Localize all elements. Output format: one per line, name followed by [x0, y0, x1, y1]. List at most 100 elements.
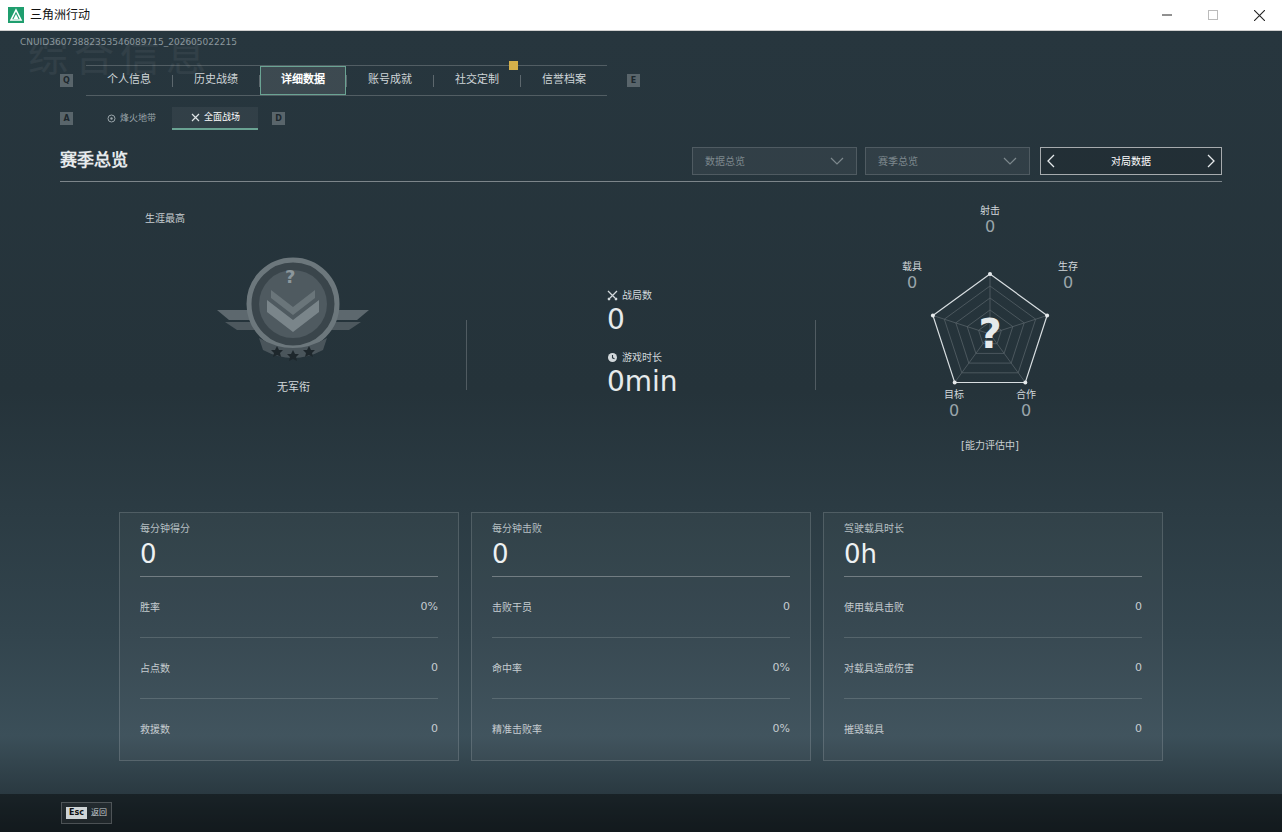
radar-axis: 射击0	[980, 204, 1000, 237]
zone-icon	[107, 114, 116, 123]
stat-card-value: 0h	[844, 540, 1142, 568]
footer-bar: Esc 返回	[0, 794, 1282, 832]
summary-label-row: 战局数	[607, 288, 815, 303]
radar-axis-value: 0	[907, 273, 917, 293]
radar-center-mark: ?	[978, 314, 1001, 354]
app-logo-icon	[8, 7, 24, 23]
maximize-icon	[1208, 10, 1218, 20]
stat-row-label: 击败干员	[492, 600, 532, 615]
tab[interactable]: 详细数据	[260, 66, 346, 95]
summary-label-row: 游戏时长	[607, 350, 815, 365]
key-hint: E	[627, 74, 640, 87]
tab-separator	[433, 75, 434, 87]
stat-card: 驾驶载具时长0h使用载具击败0对载具造成伤害0摧毁载具0	[823, 512, 1163, 761]
tabs: 个人信息 历史战绩 详细数据 账号成就社交定制 信誉档案	[86, 65, 607, 96]
summary-value: 0min	[607, 368, 815, 396]
summary-stat: 游戏时长 0min	[607, 350, 815, 396]
stat-card: 每分钟得分0胜率0%占点数0救援数0	[119, 512, 459, 761]
tab-label: 详细数据	[281, 72, 325, 89]
maximize-button[interactable]	[1190, 0, 1236, 30]
tab-bar: Q 个人信息 历史战绩 详细数据 账号成就社交定制 信誉档案 E	[0, 65, 1282, 96]
filter-label: 赛季总览	[878, 154, 918, 169]
back-label: 返回	[91, 807, 107, 819]
section-controls: 数据总览 赛季总览 对局数据	[692, 147, 1222, 175]
tab-label: 历史战绩	[194, 72, 238, 89]
mode-tab[interactable]: 全面战场	[172, 107, 258, 130]
radar-axis-label: 目标	[944, 388, 964, 401]
radar-axis-label: 载具	[902, 260, 922, 273]
divider	[815, 320, 816, 390]
stat-row-label: 摧毁载具	[844, 722, 884, 737]
stat-row-value: 0	[1135, 660, 1142, 677]
summary-label: 游戏时长	[622, 350, 662, 365]
stat-row: 摧毁载具0	[844, 699, 1142, 760]
radar-axis-label: 射击	[980, 204, 1000, 217]
stat-row-label: 救援数	[140, 722, 170, 737]
radar-axis: 载具0	[902, 260, 922, 293]
arrow-right-icon	[1207, 154, 1215, 168]
tab[interactable]: 个人信息	[86, 66, 172, 95]
window-title: 三角洲行动	[30, 6, 90, 24]
summary-label: 战局数	[622, 288, 652, 303]
close-icon	[1254, 10, 1265, 21]
stat-row-label: 命中率	[492, 661, 522, 676]
filter-label: 数据总览	[705, 154, 745, 169]
stat-row-value: 0%	[773, 660, 790, 677]
tab-label: 信誉档案	[542, 72, 586, 89]
key-hint: Esc	[66, 807, 87, 819]
tab[interactable]: 历史战绩	[173, 66, 259, 95]
stat-card-title: 每分钟得分	[140, 522, 438, 536]
stat-row: 命中率 0%	[492, 638, 790, 699]
chevron-down-icon	[1003, 157, 1017, 165]
data-switcher[interactable]: 对局数据	[1040, 147, 1222, 175]
window-controls	[1144, 0, 1282, 30]
filter-dropdown[interactable]: 赛季总览	[865, 147, 1030, 175]
tab[interactable]: 信誉档案	[521, 66, 607, 95]
summary-stat: 战局数0	[607, 288, 815, 334]
radar-axis-value: 0	[1063, 273, 1073, 293]
minimize-button[interactable]	[1144, 0, 1190, 30]
crossed-swords-icon	[607, 290, 618, 301]
section-title: 赛季总览	[60, 148, 128, 176]
stat-row-value: 0	[431, 721, 438, 738]
radar-axis-value: 0	[949, 401, 959, 421]
rank-name: 无军衔	[277, 380, 310, 397]
rank-block: ? 无军衔	[215, 254, 371, 397]
stat-card-header: 每分钟得分 0	[140, 522, 438, 577]
title-bar: 三角洲行动	[0, 0, 1282, 31]
emblem-mark: ?	[285, 268, 295, 286]
filter-dropdown[interactable]: 数据总览	[692, 147, 857, 175]
stat-card-value: 0	[140, 540, 438, 568]
close-button[interactable]	[1236, 0, 1282, 30]
stat-row: 使用载具击败0	[844, 577, 1142, 638]
back-button[interactable]: Esc 返回	[61, 802, 112, 824]
tab-label: 个人信息	[107, 72, 151, 89]
mode-tab-bar: A烽火地带全面战场D	[0, 107, 1282, 130]
radar-axis-label: 合作	[1016, 388, 1036, 401]
tab[interactable]: 账号成就	[347, 66, 433, 95]
radar-axis-value: 0	[1021, 401, 1031, 421]
stat-row: 精准击败率0%	[492, 699, 790, 760]
tab-separator	[346, 75, 347, 87]
summary-panel: 战局数0 游戏时长 0min	[467, 182, 815, 512]
section-header: 赛季总览 数据总览 赛季总览 对局数据	[60, 147, 1222, 182]
stat-row: 救援数 0	[140, 699, 438, 760]
tab[interactable]: 社交定制	[434, 66, 520, 95]
stat-row-label: 使用载具击败	[844, 600, 904, 615]
notice-badge	[509, 61, 518, 70]
app: 三角洲行动综合信息CNUID36073882353546089715_20260…	[0, 0, 1282, 832]
stat-card-value: 0	[492, 540, 790, 568]
stat-card-header: 驾驶载具时长0h	[844, 522, 1142, 577]
radar-axis: 生存0	[1058, 260, 1078, 293]
rank-emblem: ?	[215, 254, 371, 366]
stat-row: 占点数0	[140, 638, 438, 699]
key-hint: Q	[60, 74, 73, 87]
mode-tab-label: 烽火地带	[120, 112, 156, 126]
mode-tab-label: 全面战场	[204, 111, 240, 125]
battlefield-icon	[191, 113, 200, 122]
overview: 生涯最高?无军衔战局数0游戏时长0min射击0生存0合作0目标0载具0?[能力评…	[60, 182, 1222, 512]
uid-text: CNUID36073882353546089715_202605022215	[0, 31, 1282, 48]
mode-tab[interactable]: 烽火地带	[90, 107, 172, 130]
minimize-icon	[1162, 10, 1172, 20]
stat-row-value: 0	[783, 599, 790, 616]
